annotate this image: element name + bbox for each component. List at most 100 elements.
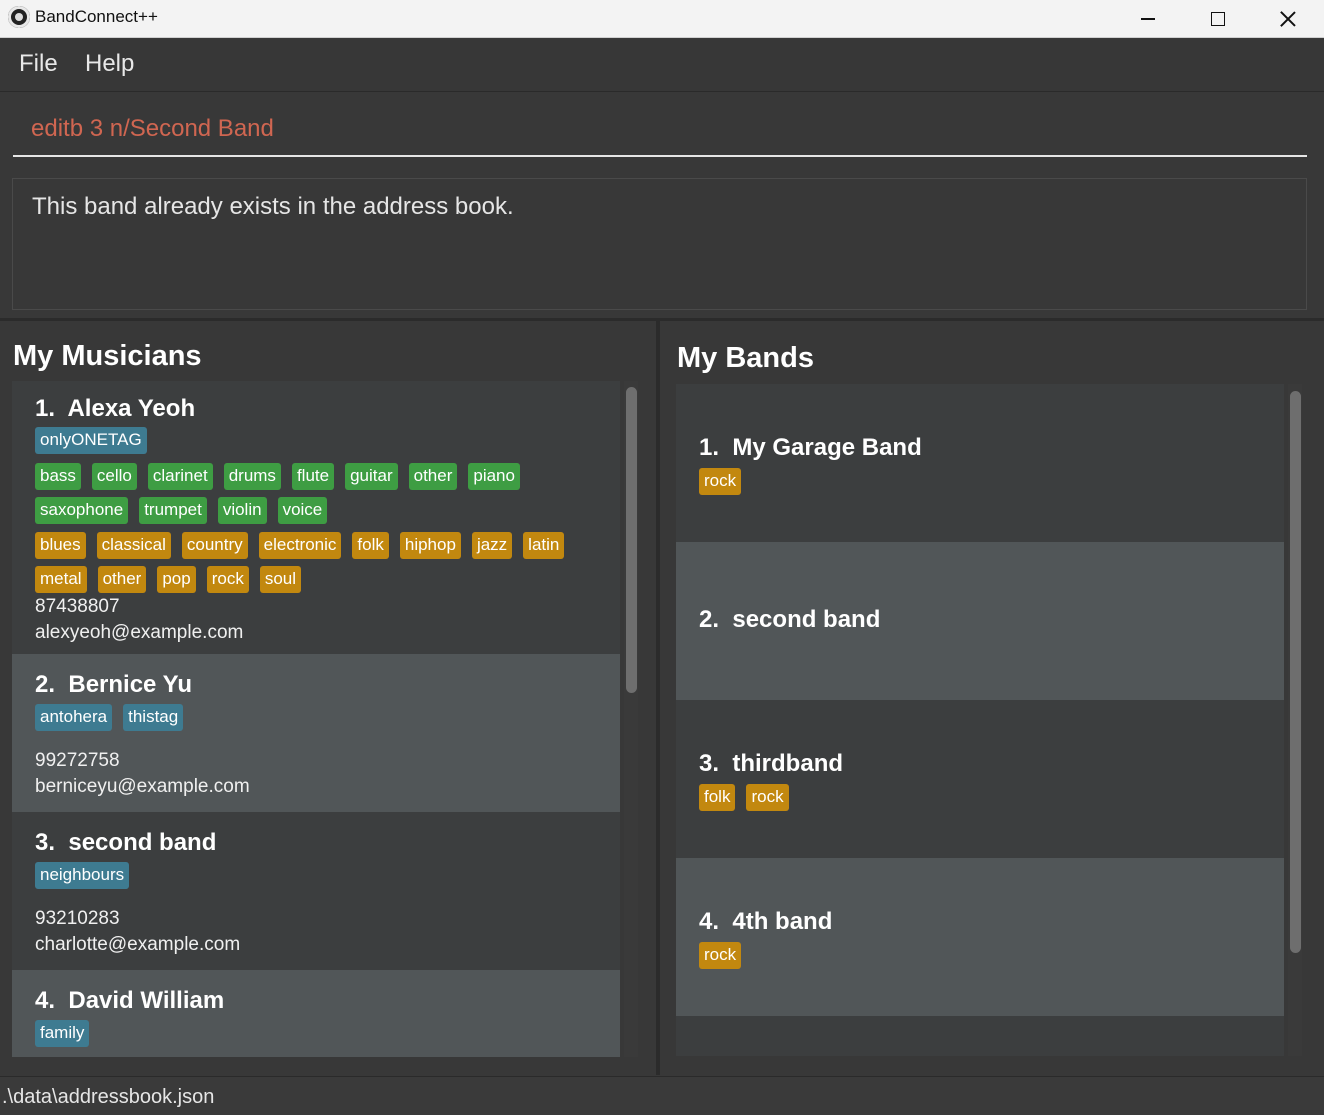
musician-name-text: second band — [68, 829, 217, 856]
status-bar: .\data\addressbook.json — [0, 1076, 1324, 1115]
genre-tag: blues — [35, 532, 86, 559]
band-name: 1. My Garage Band — [699, 434, 922, 462]
tag-label: family — [35, 1020, 90, 1047]
scrollbar-thumb[interactable] — [626, 387, 637, 693]
musician-list-scrollbar[interactable] — [624, 381, 638, 1057]
band-name-text: 4th band — [732, 908, 833, 935]
genre-tag: classical — [96, 532, 171, 559]
tag-label: onlyONETAG — [35, 427, 147, 454]
instrument-tag: flute — [291, 463, 335, 490]
title-bar: BandConnect++ — [0, 0, 1324, 38]
result-message: This band already exists in the address … — [32, 193, 514, 220]
musician-tags: antohera thistag — [35, 704, 595, 731]
tag-label: neighbours — [35, 862, 130, 889]
musician-index: 4. — [35, 987, 56, 1014]
instrument-tag: violin — [217, 497, 267, 524]
musician-email: charlotte@example.com — [35, 934, 241, 955]
instrument-tag: guitar — [345, 463, 398, 490]
genre-tag: hiphop — [399, 532, 461, 559]
genre-tag: folk — [352, 532, 389, 559]
musician-tags: family — [35, 1020, 595, 1047]
band-name: 3. thirdband — [699, 750, 843, 778]
band-name-text: second band — [732, 606, 881, 633]
maximize-button[interactable] — [1186, 0, 1250, 38]
close-button[interactable] — [1256, 0, 1320, 38]
musician-name: 4. David William — [35, 987, 224, 1015]
musician-name-text: Bernice Yu — [68, 671, 192, 698]
musician-phone: 93210283 — [35, 908, 120, 929]
band-card[interactable]: 1. My Garage Band rock — [676, 384, 1284, 542]
command-input[interactable]: editb 3 n/Second Band — [13, 105, 1307, 157]
musician-name: 3. second band — [35, 829, 216, 857]
band-name: 4. 4th band — [699, 908, 832, 936]
close-icon — [1280, 11, 1296, 27]
musician-tags: neighbours — [35, 862, 595, 889]
band-card[interactable]: 4. 4th band rock — [676, 858, 1284, 1016]
genre-tag: latin — [523, 532, 565, 559]
band-name: 2. second band — [699, 606, 880, 634]
app-logo-icon — [8, 6, 30, 28]
genre-tag: soul — [259, 566, 302, 593]
minimize-icon — [1141, 18, 1155, 20]
musician-card[interactable]: 4. David William family — [12, 970, 620, 1057]
musician-email: berniceyu@example.com — [35, 776, 250, 797]
musician-name: 1. Alexa Yeoh — [35, 395, 195, 423]
menu-help[interactable]: Help — [85, 50, 134, 78]
menu-bar: File Help — [0, 39, 1324, 92]
musician-phone: 87438807 — [35, 596, 120, 617]
musician-index: 3. — [35, 829, 56, 856]
musician-card[interactable]: 2. Bernice Yu antohera thistag 99272758 … — [12, 654, 620, 812]
band-index: 2. — [699, 606, 720, 633]
result-display[interactable]: This band already exists in the address … — [12, 178, 1307, 310]
minimize-button[interactable] — [1116, 0, 1180, 38]
tag-label: thistag — [123, 704, 184, 731]
musician-name-text: David William — [68, 987, 225, 1014]
musician-name-text: Alexa Yeoh — [67, 395, 196, 422]
musician-tags: onlyONETAG — [35, 427, 595, 454]
musician-index: 2. — [35, 671, 56, 698]
musician-phone: 99272758 — [35, 750, 120, 771]
instrument-tag: saxophone — [35, 497, 129, 524]
band-genre-tags: folk rock — [699, 784, 1259, 811]
band-list-scrollbar[interactable] — [1288, 384, 1302, 1056]
band-genre-tags: rock — [699, 468, 1259, 495]
genre-tag: electronic — [258, 532, 342, 559]
band-name-text: My Garage Band — [732, 434, 922, 461]
instrument-tag: clarinet — [147, 463, 213, 490]
band-card[interactable]: 3. thirdband folk rock — [676, 700, 1284, 858]
instrument-tag: voice — [277, 497, 328, 524]
genre-tag: rock — [206, 566, 249, 593]
instrument-tags: bass cello clarinet drums flute guitar o… — [35, 463, 595, 524]
instrument-tag: piano — [468, 463, 520, 490]
menu-file[interactable]: File — [19, 50, 58, 78]
musician-email: alexyeoh@example.com — [35, 622, 244, 643]
bands-panel-title: My Bands — [677, 342, 814, 374]
band-index: 4. — [699, 908, 720, 935]
genre-tag: rock — [699, 468, 742, 495]
musician-list[interactable]: 1. Alexa Yeoh onlyONETAG bass cello clar… — [12, 381, 620, 1057]
musician-card[interactable]: 3. second band neighbours 93210283 charl… — [12, 812, 620, 970]
save-location: .\data\addressbook.json — [2, 1086, 215, 1108]
musicians-panel-title: My Musicians — [13, 340, 202, 372]
genre-tag: rock — [746, 784, 789, 811]
musician-card[interactable]: 1. Alexa Yeoh onlyONETAG bass cello clar… — [12, 381, 620, 654]
band-index: 3. — [699, 750, 720, 777]
tag-label: antohera — [35, 704, 113, 731]
genre-tag: folk — [699, 784, 736, 811]
divider — [0, 318, 1324, 321]
band-index: 1. — [699, 434, 720, 461]
panel-divider[interactable] — [656, 320, 660, 1075]
genre-tag: jazz — [471, 532, 513, 559]
instrument-tag: bass — [35, 463, 81, 490]
instrument-tag: trumpet — [139, 497, 207, 524]
genre-tag: rock — [699, 942, 742, 969]
command-input-text: editb 3 n/Second Band — [31, 115, 274, 142]
scrollbar-thumb[interactable] — [1290, 391, 1301, 953]
genre-tag: country — [181, 532, 248, 559]
genre-tag: pop — [157, 566, 196, 593]
band-list[interactable]: 1. My Garage Band rock 2. second band 3.… — [676, 384, 1284, 1056]
instrument-tag: other — [408, 463, 458, 490]
genre-tags: blues classical country electronic folk … — [35, 532, 595, 593]
band-card[interactable]: 2. second band — [676, 542, 1284, 700]
band-name-text: thirdband — [732, 750, 844, 777]
